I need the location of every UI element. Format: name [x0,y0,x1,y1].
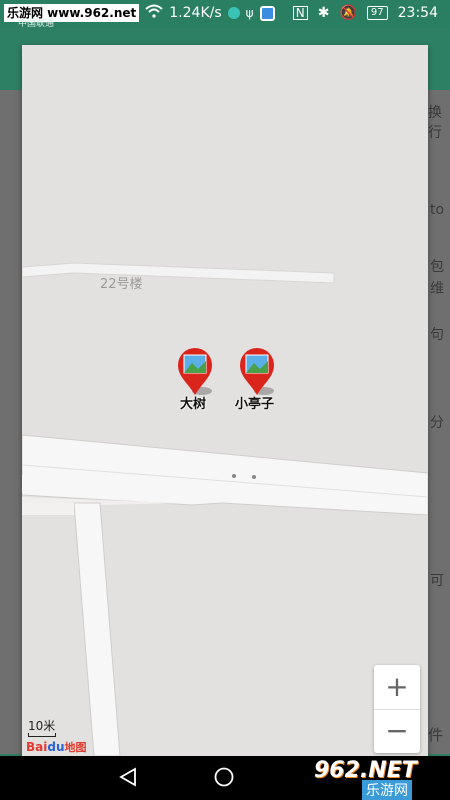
nav-bar: 962.NET 乐游网 [0,756,450,800]
zoom-in-button[interactable]: + [374,665,420,710]
bg-text: 件 [428,726,444,744]
status-right: N ✱ 🔕 97 23:54 [292,5,438,21]
bluetooth-icon: ✱ [317,5,330,21]
status-bar: 乐游网 www.962.net 1.24K/s ψ 中国联通 N ✱ 🔕 97 … [0,0,450,29]
bg-text: to [430,202,445,218]
map-marker[interactable] [172,347,218,397]
watermark-logo: 962.NET 乐游网 [314,758,417,800]
zoom-control: + − [374,665,420,753]
map-marker[interactable] [234,347,280,397]
bg-text: 可 [430,573,444,589]
scale-label: 10米 [28,719,56,733]
network-speed: 1.24K/s [169,5,222,21]
location-pin-icon [240,348,274,395]
building-label: 22号楼 [100,277,143,292]
home-icon[interactable] [213,766,235,788]
message-icon [259,5,275,21]
battery-icon: 97 [366,6,388,20]
app-notification-icon [227,7,240,19]
bg-text: 换行 [428,105,442,141]
wifi-icon [145,4,163,22]
marker-label: 大树 [180,397,207,412]
location-pin-icon [178,348,212,395]
nfc-icon: N [292,6,308,20]
bg-text: 维 [430,281,444,297]
map-dialog[interactable]: 22号楼 大树 小亭子 + − 10米 Baidu地图 [22,45,428,756]
bg-text: 句 [430,327,444,343]
zoom-out-button[interactable]: − [374,709,420,753]
scale-bar [28,733,56,737]
mute-icon: 🔕 [339,5,357,21]
bg-text: 包 [430,259,444,275]
bg-text: 分 [430,415,444,431]
clock: 23:54 [397,5,438,21]
usb-icon: ψ [245,6,254,20]
back-icon[interactable] [117,766,139,788]
map-canvas[interactable] [22,45,428,756]
marker-label: 小亭子 [235,397,275,412]
baidu-map-logo: Baidu地图 [26,740,87,754]
